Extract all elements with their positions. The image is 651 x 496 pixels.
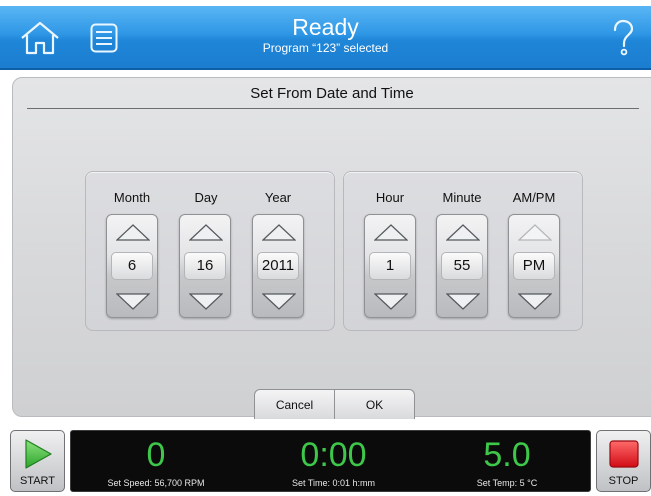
day-label: Day xyxy=(194,190,218,205)
minute-value[interactable]: 55 xyxy=(441,252,483,280)
time-value: 0:00 xyxy=(300,436,367,474)
minute-down-arrow-icon[interactable] xyxy=(446,293,480,311)
temp-value: 5.0 xyxy=(483,436,531,474)
hour-down-arrow-icon[interactable] xyxy=(374,293,408,311)
time-readout: 0:00 Set Time: 0:01 h:mm xyxy=(246,431,421,493)
minute-spinner: 55 xyxy=(436,214,488,318)
start-button[interactable]: START xyxy=(10,430,65,492)
year-up-arrow-icon[interactable] xyxy=(262,223,296,241)
temp-readout: 5.0 Set Temp: 5 °C xyxy=(422,431,592,493)
question-mark-icon xyxy=(613,19,634,56)
minute-up-arrow-icon[interactable] xyxy=(446,223,480,241)
day-spinner: 16 xyxy=(179,214,231,318)
start-label: START xyxy=(19,475,56,487)
ampm-value[interactable]: PM xyxy=(513,252,555,280)
year-spinner: 2011 xyxy=(252,214,304,318)
dialog-title: Set From Date and Time xyxy=(250,85,414,102)
speed-value: 0 xyxy=(146,436,166,474)
time-group: Hour 1 Minute 55 AM/PM PM xyxy=(343,171,583,331)
title-divider xyxy=(27,108,639,109)
month-down-arrow-icon[interactable] xyxy=(116,293,150,311)
ok-button[interactable]: OK xyxy=(334,389,415,419)
year-down-arrow-icon[interactable] xyxy=(262,293,296,311)
year-value[interactable]: 2011 xyxy=(257,252,299,280)
set-time-text: Set Time: 0:01 h:mm xyxy=(291,478,376,488)
stop-button[interactable]: STOP xyxy=(596,430,651,492)
ampm-label: AM/PM xyxy=(512,190,556,205)
run-status-display: 0 Set Speed: 56,700 RPM 0:00 Set Time: 0… xyxy=(70,430,591,492)
hour-label: Hour xyxy=(375,190,405,205)
stop-icon xyxy=(609,440,639,468)
month-up-arrow-icon[interactable] xyxy=(116,223,150,241)
play-icon xyxy=(25,439,52,469)
help-button[interactable] xyxy=(603,12,643,64)
date-time-dialog: Set From Date and Time Month 6 Day 16 Ye… xyxy=(12,77,651,419)
set-speed-text: Set Speed: 56,700 RPM xyxy=(107,478,205,488)
month-spinner: 6 xyxy=(106,214,158,318)
cancel-button[interactable]: Cancel xyxy=(254,389,335,419)
app-screen: Ready Program “123” selected Set From Da… xyxy=(0,0,651,496)
day-value[interactable]: 16 xyxy=(184,252,226,280)
day-down-arrow-icon[interactable] xyxy=(189,293,223,311)
hour-up-arrow-icon[interactable] xyxy=(374,223,408,241)
date-group: Month 6 Day 16 Year 2011 xyxy=(85,171,335,331)
program-subtitle: Program “123” selected xyxy=(262,41,389,55)
hour-value[interactable]: 1 xyxy=(369,252,411,280)
header-bar: Ready Program “123” selected xyxy=(0,6,651,70)
status-title: Ready xyxy=(292,14,359,40)
month-label: Month xyxy=(113,190,151,205)
hour-spinner: 1 xyxy=(364,214,416,318)
ampm-up-arrow-icon xyxy=(518,224,552,241)
year-label: Year xyxy=(264,190,292,205)
stop-label: STOP xyxy=(608,475,639,487)
ampm-spinner: PM xyxy=(508,214,560,318)
minute-label: Minute xyxy=(442,190,482,205)
month-value[interactable]: 6 xyxy=(111,252,153,280)
speed-readout: 0 Set Speed: 56,700 RPM xyxy=(71,431,241,493)
day-up-arrow-icon[interactable] xyxy=(189,223,223,241)
ampm-down-arrow-icon[interactable] xyxy=(518,293,552,311)
set-temp-text: Set Temp: 5 °C xyxy=(476,478,538,488)
dialog-actions: Cancel OK xyxy=(254,389,415,419)
